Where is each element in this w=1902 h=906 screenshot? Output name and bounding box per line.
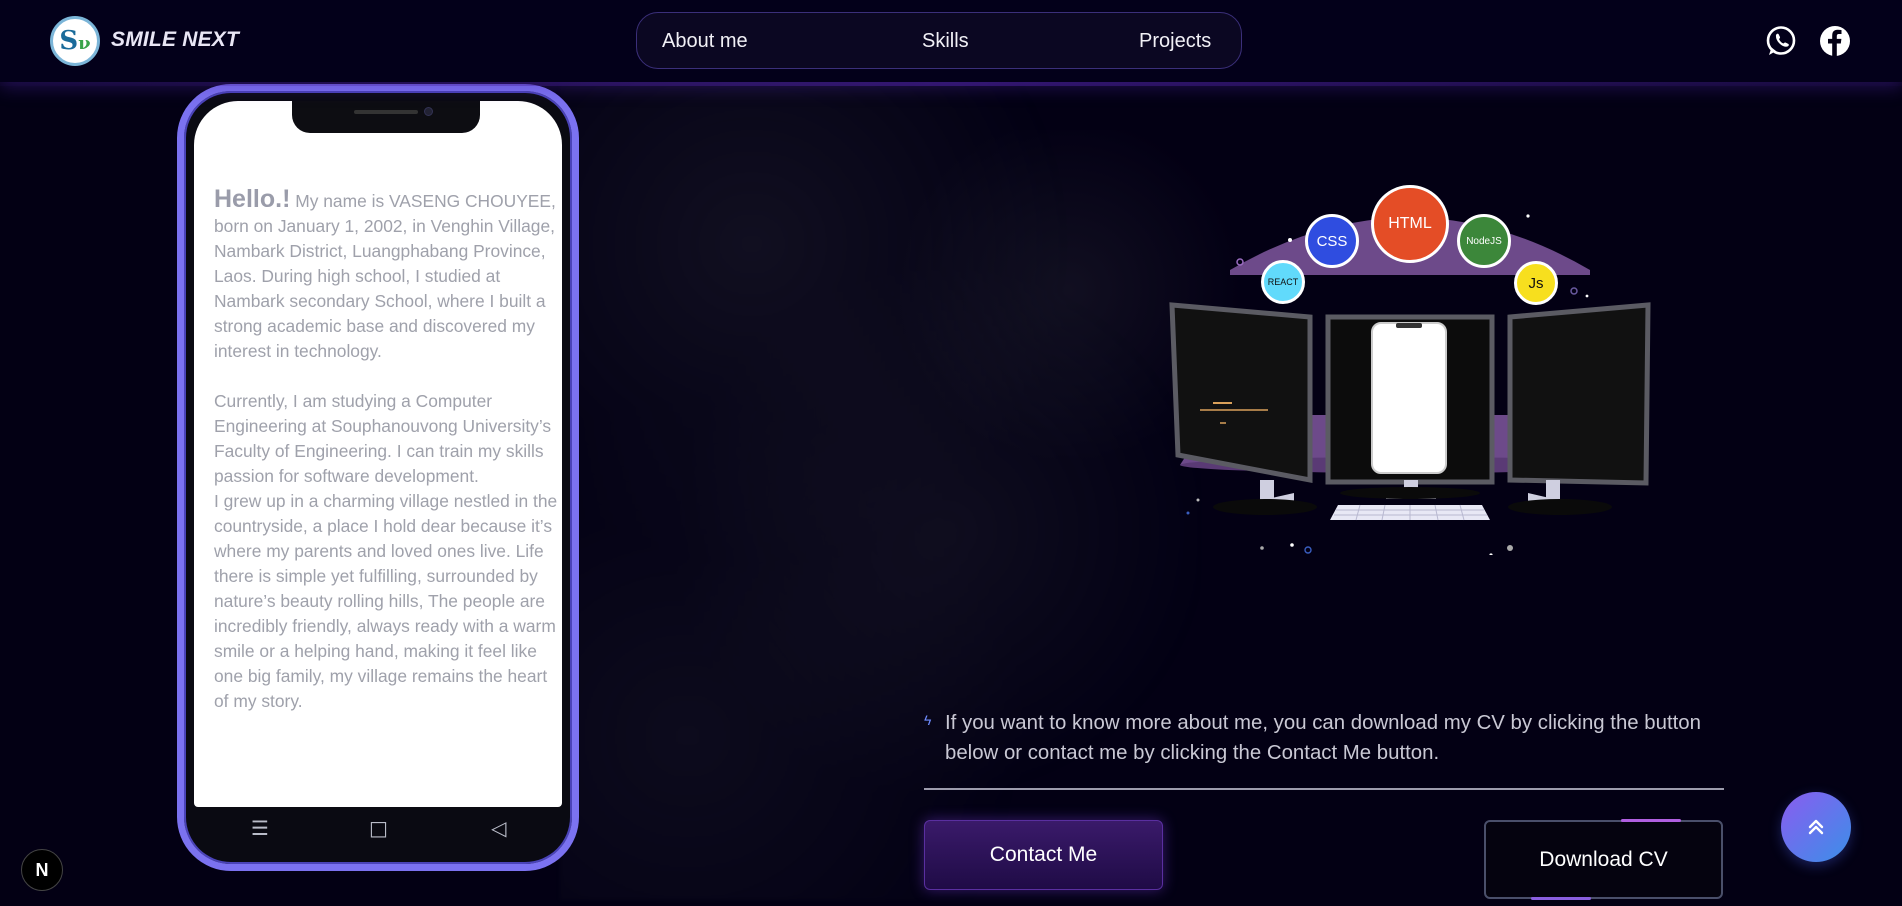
react-badge: REACT (1261, 260, 1305, 304)
about-paragraph-3: I grew up in a charming village nestled … (214, 491, 558, 711)
menu-key-icon[interactable]: ☰ (251, 816, 269, 840)
cv-description-text: If you want to know more about me, you c… (945, 712, 1701, 764)
mini-phone (1371, 322, 1447, 474)
download-cv-button[interactable]: Download CV (1484, 819, 1723, 900)
js-badge-label: Js (1528, 274, 1544, 292)
main-nav: About me Skills Projects (636, 12, 1242, 69)
html-badge: HTML (1371, 185, 1449, 263)
nav-skills[interactable]: Skills (922, 30, 969, 53)
camera-dot (424, 107, 433, 116)
about-text: Hello.! My name is VASENG CHOUYEE, born … (214, 187, 559, 714)
back-key-icon[interactable]: ◁ (491, 816, 506, 840)
html-badge-label: HTML (1388, 215, 1432, 232)
mini-phone-notch (1396, 323, 1422, 328)
sparkle (1526, 214, 1530, 218)
sparkle (1570, 287, 1578, 295)
logo-accent: ν (78, 33, 91, 54)
brand-name[interactable]: SMILE NEXT (111, 28, 239, 52)
sparkle-icon: ϟ (924, 712, 932, 728)
sparkle (1290, 543, 1294, 547)
nav-projects[interactable]: Projects (1139, 30, 1211, 53)
css-badge: CSS (1305, 214, 1359, 268)
css-badge-label: CSS (1316, 232, 1348, 250)
about-paragraph-1: Hello.! My name is VASENG CHOUYEE, born … (214, 187, 559, 364)
nodejs-badge-label: NodeJS (1466, 235, 1502, 247)
nodejs-badge: NodeJS (1457, 214, 1511, 268)
sparkle (1236, 258, 1244, 266)
phone-soft-keys: ☰ □ ◁ (184, 816, 572, 846)
sparkle (1288, 238, 1292, 242)
shadow (1213, 499, 1317, 515)
left-monitor (1169, 302, 1313, 484)
paragraph-1-text: My name is VASENG CHOUYEE, born on Janua… (214, 191, 556, 361)
about-paragraph-2: Currently, I am studying a Computer Engi… (214, 391, 552, 486)
sparkle (1489, 553, 1493, 555)
next-badge[interactable]: N (21, 849, 63, 891)
cv-description: ϟ If you want to know more about me, you… (924, 708, 1724, 768)
phone-notch (292, 101, 480, 133)
hello-heading: Hello.! (214, 185, 291, 213)
sparkle (1304, 546, 1312, 554)
shadow (1340, 487, 1480, 499)
shadow (1508, 499, 1612, 515)
sparkle (1196, 498, 1200, 502)
react-badge-label: REACT (1267, 277, 1299, 287)
sparkle (1507, 545, 1513, 551)
nav-about-me[interactable]: About me (662, 30, 748, 53)
phone-mockup: Hello.! My name is VASENG CHOUYEE, born … (177, 84, 579, 871)
scroll-to-top-button[interactable] (1781, 792, 1851, 862)
divider (924, 788, 1724, 790)
site-header: Sν SMILE NEXT About me Skills Projects (0, 0, 1902, 86)
speaker-bar (354, 110, 418, 114)
logo-letter: S (59, 26, 79, 56)
double-chevron-up-icon (1808, 819, 1824, 835)
sparkle (1585, 294, 1589, 298)
sparkle (1260, 546, 1264, 550)
right-monitor (1507, 302, 1651, 486)
contact-me-button[interactable]: Contact Me (924, 820, 1163, 890)
home-key-icon[interactable]: □ (369, 816, 388, 840)
phone-screen: Hello.! My name is VASENG CHOUYEE, born … (194, 101, 562, 807)
js-badge: Js (1514, 261, 1558, 305)
logo[interactable]: Sν (50, 16, 100, 66)
whatsapp-icon[interactable] (1764, 24, 1798, 58)
sparkle (1186, 511, 1190, 515)
facebook-icon[interactable] (1818, 24, 1852, 58)
